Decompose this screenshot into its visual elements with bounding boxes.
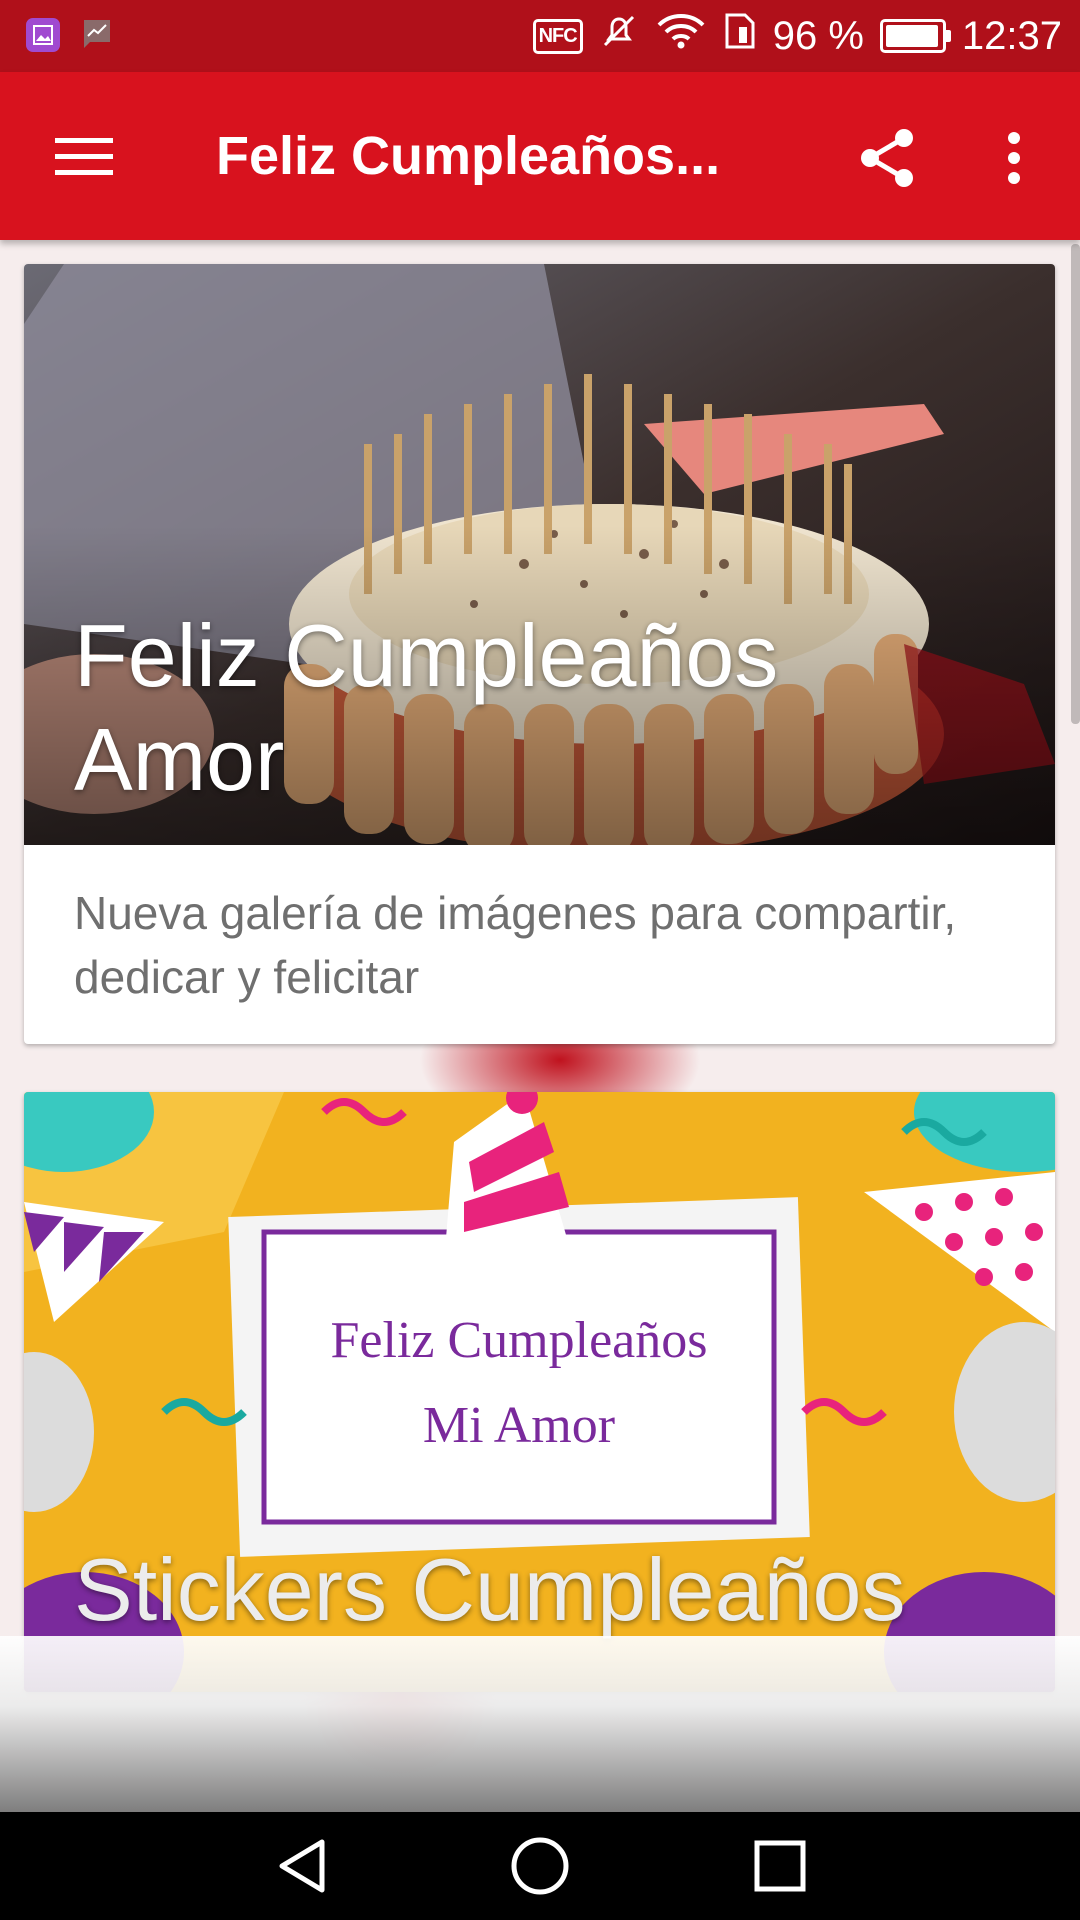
- scrollbar[interactable]: [1071, 244, 1080, 724]
- card-feliz-cumpleanos-amor[interactable]: Feliz Cumpleaños Amor Nueva galería de i…: [24, 264, 1055, 1044]
- status-notifications: [26, 18, 112, 57]
- image-text-line2: Mi Amor: [423, 1397, 615, 1454]
- status-time: 12:37: [961, 13, 1062, 58]
- battery-fill: [885, 25, 938, 47]
- gallery-notification-icon: [26, 18, 60, 52]
- app-title: Feliz Cumpleaños...: [216, 126, 721, 186]
- card-stickers-cumpleanos[interactable]: Feliz Cumpleaños Mi Amor Stickers Cumple…: [24, 1092, 1055, 1692]
- sim-icon: [723, 11, 757, 61]
- hamburger-menu-icon[interactable]: [42, 122, 126, 190]
- card-title: Stickers Cumpleaños: [74, 1540, 906, 1639]
- recents-icon[interactable]: [740, 1826, 820, 1906]
- home-icon[interactable]: [500, 1826, 580, 1906]
- card-title: Feliz Cumpleaños Amor: [74, 606, 779, 809]
- chart-notification-icon: [82, 18, 112, 57]
- bottom-fade: [0, 1636, 1080, 1812]
- card-image-cake: Feliz Cumpleaños Amor: [24, 264, 1055, 845]
- back-icon[interactable]: [262, 1826, 342, 1906]
- silent-icon: [599, 11, 639, 61]
- battery-icon: [879, 19, 951, 53]
- more-vert-icon[interactable]: [990, 122, 1038, 194]
- status-bar: NFC 96 % 12:37: [0, 0, 1080, 72]
- wifi-icon: [655, 11, 707, 61]
- card-image-party: Feliz Cumpleaños Mi Amor Stickers Cumple…: [24, 1092, 1055, 1692]
- battery-percent: 96 %: [772, 13, 864, 58]
- share-icon[interactable]: [852, 122, 924, 194]
- image-text-line1: Feliz Cumpleaños: [331, 1312, 708, 1369]
- app-bar: Feliz Cumpleaños...: [0, 72, 1080, 240]
- navigation-bar: [0, 1812, 1080, 1920]
- screen: NFC 96 % 12:37 Feliz Cumpleaños... Feliz…: [0, 0, 1080, 1920]
- nfc-icon: NFC: [532, 18, 583, 54]
- status-system: NFC 96 % 12:37: [532, 0, 1062, 72]
- card-subtitle: Nueva galería de imágenes para compartir…: [74, 887, 957, 1003]
